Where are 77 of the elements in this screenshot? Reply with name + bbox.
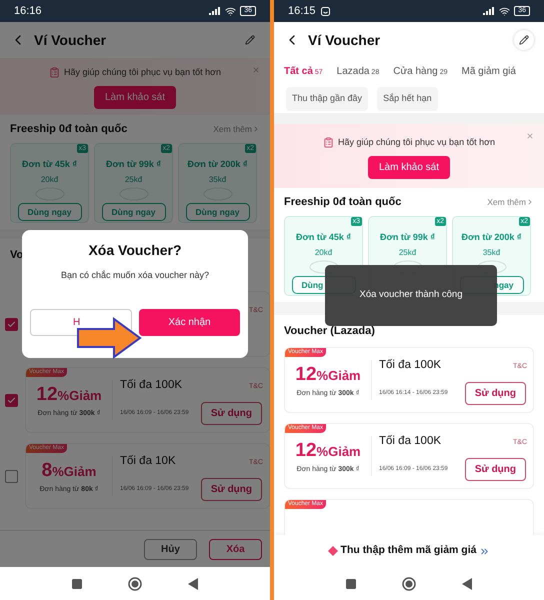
survey-message: Hãy giúp chúng tôi phục vụ bạn tốt hơn [338,136,495,149]
max-discount: Tối đa 100K [120,378,182,393]
ticket-icon [328,546,338,556]
check-icon [7,396,16,404]
max-discount: Tối đa 100K [379,358,442,373]
use-button[interactable]: Sử dụng [200,402,262,425]
section-title: Voucher (Lazada) [284,324,375,339]
collect-more-link[interactable]: Thu thập thêm mã giảm giá [340,543,476,559]
filter-chip[interactable]: Thu thập gần đây [286,87,368,111]
wifi-icon [225,6,236,16]
discount-amount: 20kđ [40,174,58,186]
pencil-icon [519,35,529,45]
filter-chip[interactable]: Sắp hết hạn [377,87,438,111]
confirm-button[interactable]: Xác nhận [139,308,240,336]
use-button[interactable]: Sử dụng [464,458,526,481]
discount-label: %Giảm [58,387,102,406]
discount-percent: 12 [295,440,317,462]
section-title: Freeship 0đ toàn quốc [284,194,402,210]
dialog-title: Xóa Voucher? [88,241,182,260]
back-icon[interactable] [462,578,472,590]
select-checkbox[interactable] [5,470,18,482]
minimum-order: Đơn từ 45k ₫ [296,231,352,244]
discount-percent: 12 [295,364,317,386]
check-icon [7,320,16,328]
discount-amount: 35kđ [482,246,500,258]
chevron-icon [252,125,260,133]
toast-text: Xóa voucher thành công [360,288,462,302]
recents-icon[interactable] [346,578,356,588]
minimum-order: Đơn từ 99k ₫ [380,231,436,244]
home-icon[interactable] [128,576,142,590]
action-button[interactable]: Hủy [144,538,197,560]
recents-icon[interactable] [72,578,82,588]
discount-label: %Giảm [52,463,96,482]
smiley-icon [320,6,330,16]
see-more-link[interactable]: Xem thêm [213,122,252,136]
back-icon[interactable] [188,578,198,590]
use-button[interactable]: Sử dụng [200,478,262,501]
home-icon[interactable] [402,576,416,590]
clipboard-icon [48,67,60,78]
use-button[interactable]: Sử dụng [464,382,526,405]
wifi-icon [499,6,510,16]
chevron-icon [526,198,534,206]
discount-amount: 20kđ [314,246,332,258]
minimum-order: Đơn từ 99k ₫ [106,158,162,171]
pencil-icon [245,35,255,45]
clock-time: 16:15 [288,4,316,19]
max-discount: Tối đa 10K [120,454,176,469]
discount-percent: 8 [42,460,52,482]
page-title: Ví Voucher [308,30,380,50]
discount-label: %Giảm [316,367,361,386]
survey-button[interactable]: Làm khảo sát [368,156,450,178]
max-discount: Tối đa 100K [379,434,442,449]
clock-time: 16:16 [14,4,42,19]
survey-button[interactable]: Làm khảo sát [94,86,176,108]
page-title: Ví Voucher [34,30,106,50]
signal-icon [209,7,222,15]
close-icon[interactable] [526,132,534,140]
discount-amount: 25kđ [124,174,142,186]
see-more-link[interactable]: Xem thêm [487,196,526,208]
section-title: Vo [10,248,24,263]
minimum-order: Đơn từ 45k ₫ [22,158,78,171]
section-title: Freeship 0đ toàn quốc [10,122,128,137]
survey-message: Hãy giúp chúng tôi phục vụ bạn tốt hơn [64,66,221,79]
minimum-order: Đơn từ 200k ₫ [461,231,522,244]
select-checkbox[interactable] [5,394,18,406]
action-button[interactable]: Xóa [209,538,262,560]
discount-percent: 12 [36,384,58,406]
discount-label: %Giảm [316,443,361,462]
discount-amount: 35kđ [208,174,226,186]
select-checkbox[interactable] [5,318,18,330]
minimum-order: Đơn từ 200k ₫ [187,158,248,171]
double-chevron-icon[interactable] [479,546,490,556]
category-tab[interactable]: Mã giảm giá [461,64,516,79]
signal-icon [483,7,496,15]
dialog-message: Bạn có chắc muốn xóa voucher này? [60,269,210,282]
clipboard-icon [322,137,334,148]
discount-amount: 25kđ [398,246,416,258]
